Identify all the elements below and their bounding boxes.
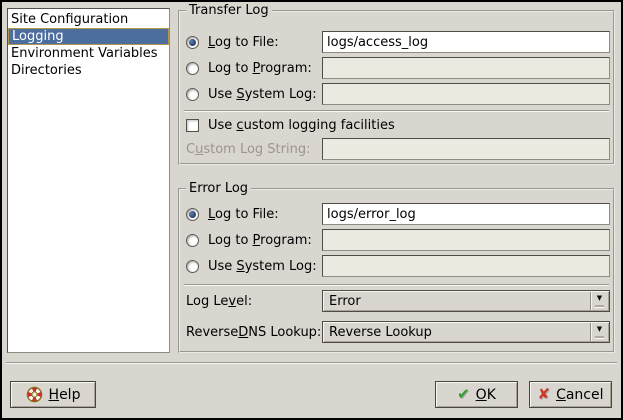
transfer-log-file-input[interactable] (322, 31, 610, 53)
httpd-logging-config-dialog: Site Configuration Logging Environment V… (0, 0, 623, 420)
transfer-log-to-program-label: Log to Program: (208, 61, 312, 76)
footer-separator (6, 362, 617, 364)
custom-logging-facilities-checkbox[interactable]: Use custom logging facilities (186, 118, 610, 133)
separator (184, 110, 609, 112)
ok-button-label: OK (476, 387, 496, 403)
transfer-log-title: Transfer Log (186, 3, 272, 19)
transfer-use-system-log-label: Use System Log: (208, 87, 317, 102)
log-level-dropdown[interactable]: Error ▼ (322, 290, 610, 312)
error-log-program-input (322, 229, 610, 251)
radio-icon (186, 62, 199, 75)
list-item-logging[interactable]: Logging (8, 28, 169, 45)
error-log-frame: Error Log Log to File: Log to Program: U… (178, 188, 615, 353)
dropdown-arrow-icon: ▼ (590, 292, 608, 310)
log-level-label: Log Level: (186, 294, 322, 309)
radio-icon (186, 208, 199, 221)
transfer-log-to-program-radio[interactable]: Log to Program: (186, 61, 322, 76)
cancel-button[interactable]: ✘ Cancel (529, 381, 612, 408)
transfer-system-log-input (322, 83, 610, 105)
radio-icon (186, 260, 199, 273)
transfer-log-frame: Transfer Log Log to File: Log to Program… (178, 10, 615, 165)
list-item-site-configuration[interactable]: Site Configuration (8, 11, 169, 28)
list-item-directories[interactable]: Directories (8, 62, 169, 79)
separator (184, 284, 609, 286)
error-use-system-log-radio[interactable]: Use System Log: (186, 259, 322, 274)
radio-icon (186, 234, 199, 247)
transfer-log-program-input (322, 57, 610, 79)
dropdown-arrow-icon: ▼ (590, 323, 608, 341)
category-list: Site Configuration Logging Environment V… (7, 8, 170, 353)
log-level-value: Error (323, 294, 590, 309)
transfer-log-to-file-radio[interactable]: Log to File: (186, 35, 322, 50)
reverse-dns-lookup-dropdown[interactable]: Reverse Lookup ▼ (322, 321, 610, 343)
radio-icon (186, 88, 199, 101)
error-log-file-input[interactable] (322, 203, 610, 225)
error-system-log-input (322, 255, 610, 277)
ok-button[interactable]: ✔ OK (435, 381, 518, 408)
custom-logging-facilities-label: Use custom logging facilities (208, 118, 395, 133)
check-icon: ✔ (457, 387, 470, 402)
cancel-button-label: Cancel (556, 387, 603, 403)
checkbox-icon (186, 119, 199, 132)
help-button[interactable]: Help (10, 381, 96, 408)
custom-log-string-input (322, 138, 610, 160)
error-log-to-program-label: Log to Program: (208, 233, 312, 248)
error-log-to-program-radio[interactable]: Log to Program: (186, 233, 322, 248)
lifebuoy-icon (26, 386, 43, 403)
transfer-log-to-file-label: Log to File: (208, 35, 279, 50)
reverse-dns-lookup-label: Reverse DNS Lookup: (186, 325, 322, 340)
radio-icon (186, 36, 199, 49)
list-item-environment-variables[interactable]: Environment Variables (8, 45, 169, 62)
error-log-to-file-label: Log to File: (208, 207, 279, 222)
error-log-to-file-radio[interactable]: Log to File: (186, 207, 322, 222)
help-button-label: Help (49, 387, 81, 403)
custom-log-string-label: Custom Log String: (186, 142, 322, 157)
x-icon: ✘ (537, 387, 550, 402)
transfer-use-system-log-radio[interactable]: Use System Log: (186, 87, 322, 102)
error-use-system-log-label: Use System Log: (208, 259, 317, 274)
error-log-title: Error Log (186, 181, 251, 197)
reverse-dns-lookup-value: Reverse Lookup (323, 325, 590, 340)
